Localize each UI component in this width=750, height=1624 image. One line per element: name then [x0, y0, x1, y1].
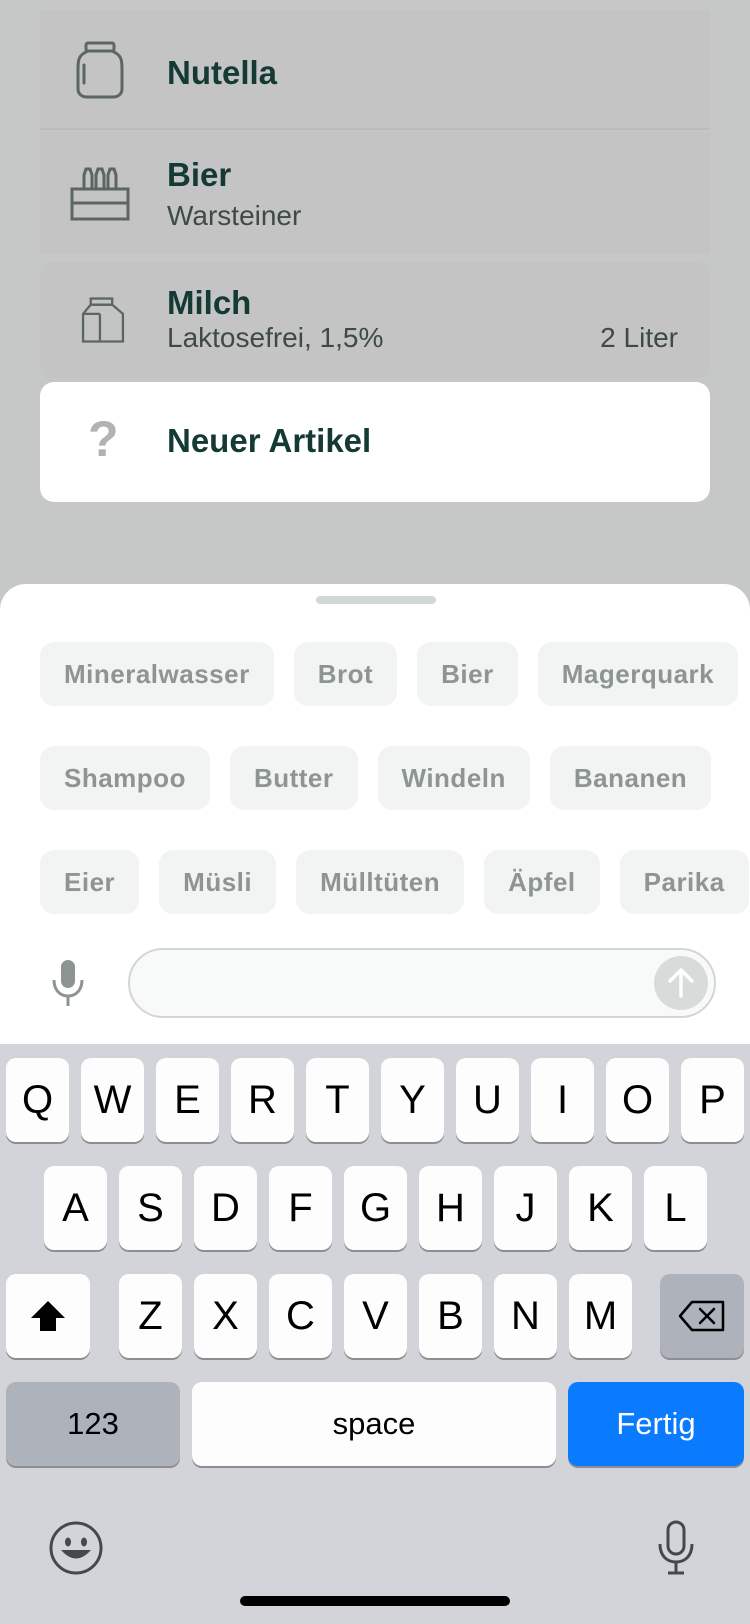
new-item-input[interactable]	[128, 948, 716, 1018]
item-title: Bier	[167, 156, 232, 193]
dictation-microphone-icon[interactable]	[656, 1520, 696, 1576]
suggestion-chip[interactable]: Brot	[293, 642, 398, 706]
add-item-sheet: Mineralwasser Brot Bier Magerquark Shamp…	[0, 584, 750, 1044]
suggestion-row: Mineralwasser Brot Bier Magerquark	[40, 642, 739, 706]
keyboard: Q W E R T Y U I O P A S D F G H J K L Z …	[0, 1044, 750, 1624]
key-d[interactable]: D	[194, 1166, 257, 1250]
key-n[interactable]: N	[494, 1274, 557, 1358]
suggestion-chip[interactable]: Bier	[417, 642, 518, 706]
key-i[interactable]: I	[531, 1058, 594, 1142]
item-quantity: 2 Liter	[600, 322, 678, 353]
arrow-up-icon	[668, 968, 694, 998]
list-item[interactable]: Milch Laktosefrei, 1,5% 2 Liter	[40, 262, 710, 378]
key-l[interactable]: L	[644, 1166, 707, 1250]
key-p[interactable]: P	[681, 1058, 744, 1142]
microphone-icon[interactable]	[48, 958, 88, 1008]
item-subtitle: Warsteiner	[167, 200, 302, 231]
numbers-key[interactable]: 123	[6, 1382, 180, 1466]
key-g[interactable]: G	[344, 1166, 407, 1250]
question-icon: ?	[88, 411, 119, 467]
home-indicator[interactable]	[240, 1596, 510, 1606]
milk-carton-icon	[81, 297, 125, 343]
key-t[interactable]: T	[306, 1058, 369, 1142]
suggestion-chip[interactable]: Bananen	[549, 746, 712, 810]
key-k[interactable]: K	[569, 1166, 632, 1250]
suggestion-chip[interactable]: Parika	[619, 850, 749, 914]
suggestion-chip[interactable]: Shampoo	[40, 746, 210, 810]
suggestion-chip[interactable]: Windeln	[377, 746, 530, 810]
backspace-icon	[678, 1300, 725, 1332]
suggestion-row: Shampoo Butter Windeln Bananen	[40, 746, 712, 810]
suggestion-chip[interactable]: Eier	[40, 850, 140, 914]
done-key[interactable]: Fertig	[568, 1382, 744, 1466]
suggestion-chip[interactable]: Mineralwasser	[40, 642, 274, 706]
key-h[interactable]: H	[419, 1166, 482, 1250]
key-u[interactable]: U	[456, 1058, 519, 1142]
key-q[interactable]: Q	[6, 1058, 69, 1142]
send-button[interactable]	[654, 956, 708, 1010]
suggestion-chip[interactable]: Äpfel	[484, 850, 600, 914]
key-j[interactable]: J	[494, 1166, 557, 1250]
list-item[interactable]: Nutella	[40, 10, 710, 130]
key-z[interactable]: Z	[119, 1274, 182, 1358]
emoji-icon[interactable]	[48, 1520, 104, 1576]
space-key[interactable]: space	[192, 1382, 556, 1466]
beer-crate-icon	[70, 167, 130, 221]
item-title: Nutella	[167, 54, 278, 91]
key-e[interactable]: E	[156, 1058, 219, 1142]
key-c[interactable]: C	[269, 1274, 332, 1358]
key-x[interactable]: X	[194, 1274, 257, 1358]
key-v[interactable]: V	[344, 1274, 407, 1358]
shift-key[interactable]	[6, 1274, 90, 1358]
key-a[interactable]: A	[44, 1166, 107, 1250]
suggestion-row: Eier Müsli Mülltüten Äpfel Parika	[40, 850, 749, 914]
suggestion-chip[interactable]: Butter	[229, 746, 358, 810]
item-title: Milch	[167, 284, 252, 321]
input-row	[0, 948, 750, 1018]
new-item-row[interactable]: ? Neuer Artikel	[40, 382, 710, 502]
list-item[interactable]: Bier Warsteiner	[40, 132, 710, 254]
suggestion-chip[interactable]: Magerquark	[537, 642, 739, 706]
new-item-title: Neuer Artikel	[167, 422, 372, 459]
key-r[interactable]: R	[231, 1058, 294, 1142]
key-b[interactable]: B	[419, 1274, 482, 1358]
key-w[interactable]: W	[81, 1058, 144, 1142]
shift-arrow-icon	[31, 1301, 65, 1331]
item-subtitle: Laktosefrei, 1,5%	[167, 322, 384, 353]
key-o[interactable]: O	[606, 1058, 669, 1142]
sheet-handle[interactable]	[316, 596, 436, 604]
key-m[interactable]: M	[569, 1274, 632, 1358]
suggestion-chip[interactable]: Mülltüten	[296, 850, 465, 914]
key-f[interactable]: F	[269, 1166, 332, 1250]
key-s[interactable]: S	[119, 1166, 182, 1250]
delete-key[interactable]	[660, 1274, 744, 1358]
jar-icon	[76, 41, 124, 99]
key-y[interactable]: Y	[381, 1058, 444, 1142]
suggestion-chip[interactable]: Müsli	[159, 850, 277, 914]
